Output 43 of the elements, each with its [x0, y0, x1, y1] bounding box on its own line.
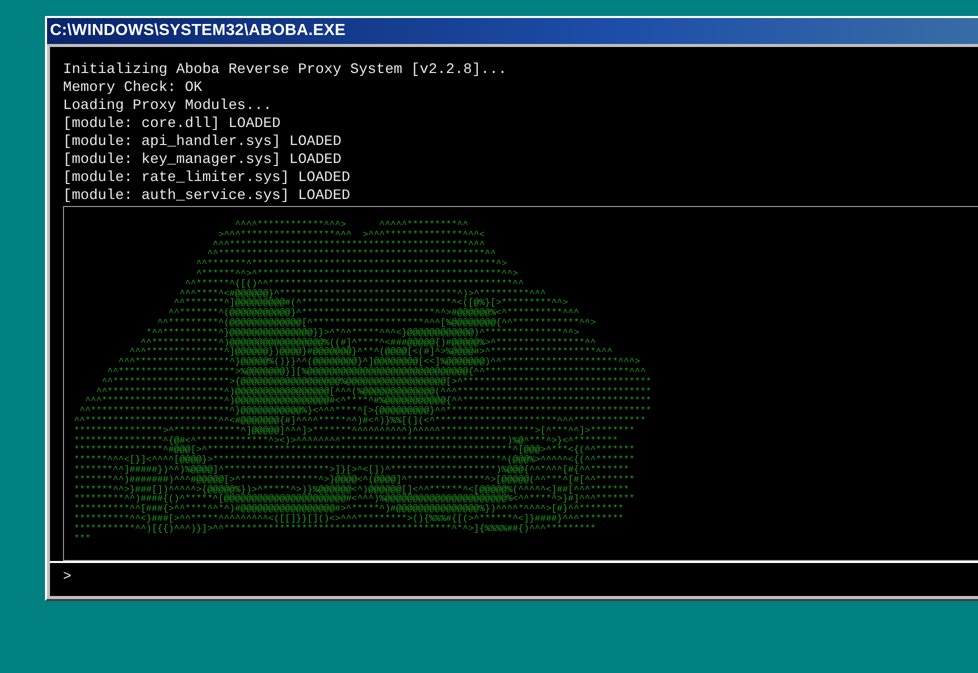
- ascii-art-line: ****************>^************^]@@@@@]^^^]>*******^^^^^^^^^^)^^^^^*****************>[^***^^]>********: [74, 426, 635, 436]
- command-input-field[interactable]: >: [50, 561, 978, 587]
- log-line: [module: auth_service.sys] LOADED: [63, 187, 352, 205]
- ascii-art-line: *******^^]#####})^^)%@@@@]^*******************>]}[>^<[])^*******************)%@@@{^^*^^^[#{^^*******: [74, 464, 630, 475]
- ascii-art-line: ^^*******^(@@@@@@@@@@@}^************************^^>#@@@@@@%<^**********^^^: [168, 308, 580, 318]
- ascii-art-line: ^^************************^^<#@@@@@@@{#]^^^^*****^^)#<^)}%%[(](<^**********************^^^*************: [74, 416, 646, 426]
- log-line: Initializing Aboba Reverse Proxy System [v2.2.8]...: [63, 61, 508, 79]
- ascii-art-line: **********^^<}###[>^^*****^^^^^^^^^<([[]}}[]()<>^^^*********>(){%%%#{[(>^******^<]}####}^^^********: [74, 514, 624, 524]
- window-title: C:\WINDOWS\SYSTEM32\ABOBA.EXE: [50, 22, 346, 40]
- ascii-art-line: ^^************************************************^^: [207, 249, 496, 260]
- ascii-art-line: ^^*************************^}@@@@@@@@@@@%}<^^^****^[>{@@@@@@@@@}^^*************************************: [80, 406, 652, 416]
- ascii-art-line: ^^************^)@@@@@@@@@@@@@@@@@%((#]^****^<###@@@@@{)#@@@@@%>^****************^^: [140, 338, 596, 348]
- ascii-art-line: >^^^*****************^^^ >^^^**************^^^<: [217, 230, 485, 240]
- ascii-art-line: ^******^^>^********************************************^^>: [195, 268, 518, 279]
- ascii-art-line: ^^*********************>{@@@@@@@@@@@@@@@@@@%@@@@@@@@@@@@@@@@@@[>^**********************************: [100, 376, 652, 387]
- ascii-art-line: *^^**********^}@@@@@@@@@@@@@@@}}>^*^^*****^^^<}@@@@@@@@@@@@)^**************^^>: [145, 328, 580, 338]
- ascii-art-line: ****************^{@#<^*************^><)>^^^^^^^^******************************)%@^***^>}<^********: [74, 436, 618, 446]
- ascii-art-line: ^^*******^********************************************^>: [195, 259, 507, 269]
- ascii-art-line: ^^*******^]@@@@@@@@@#(^***************************^<([@%}[>*********^^>: [174, 298, 568, 308]
- ascii-art-line: ****************^#@@@[>^*******************************************************^[@@@>^***<{(^^*******: [74, 445, 635, 456]
- log-line: [module: api_handler.sys] LOADED: [63, 133, 342, 151]
- log-line: Loading Proxy Modules...: [63, 97, 273, 115]
- ascii-art-line: ***: [74, 534, 91, 544]
- ascii-art-line: ^^*********^(@@@@@@@@@@@@@[^********************^^^[%@@@@@@@@{^^************^^>: [156, 318, 596, 328]
- ascii-art-line: ^^*********************^)@@@@@@@@@@@@@@@@@[^^^(%@@@@@@@@@@@@@(^^^***********************************: [96, 386, 652, 396]
- ascii-art-line: ^^******^([()^^********************************************^^: [184, 278, 524, 289]
- ascii-art-line: ^^^*****************^}@@@@@%()}}^^(@@@@@@@@}^]@@@@@@@@[<<]%@@@@@@@)^^*********************^^^>: [118, 357, 640, 367]
- ascii-art-line: ^^^^************^^^> ^^^^^*********^^: [234, 220, 468, 230]
- log-line: [module: key_manager.sys] LOADED: [63, 151, 342, 169]
- ascii-art-line: ^^^****^<#@@@@@@}^********************************^)>^*********^^^: [179, 288, 546, 298]
- ascii-art-line: **********^^[###{>^^****^^*^)#@@@@@@@@@@@@@@@@@#>^*****^)#@@@@@@@@@@@@@@@%})^^^^*^^^^>[#}^^********: [74, 504, 624, 514]
- ascii-art-line: ^^*********************>%@@@@@@@}][%@@@@@@@@@@@@@@@@@@@@@@@@@@@@@{^^**************************^^^: [106, 366, 646, 377]
- ascii-art-line: *******^^>}###[])^^^^^>{@@@@@%})>^*****^>)}%@@@@@@<^)@@@@@@[]<^^******^<[@@@@@%(^^^^^<]##[^^^*******: [74, 484, 630, 494]
- ascii-art-line: ^^^**********************^)@@@@@@@@@@@@@@@@@#<^****^#%@@@@@@@@@@@{^^**********************************: [85, 396, 652, 406]
- log-line: [module: rate_limiter.sys] LOADED: [63, 169, 352, 187]
- log-line: [module: core.dll] LOADED: [63, 115, 282, 133]
- log-line: Memory Check: OK: [63, 79, 204, 97]
- ascii-art-line: ^^^*******************************************^^^: [212, 240, 485, 250]
- ascii-art-line: ***********^^)[{{)^^^)}]>^^*****************************************^*^>]{%%%%##{)^^^*********: [74, 524, 596, 534]
- ascii-art-line: *********^^)####{()^*****^[@@@@@@@@@@@@@@@@@@@@@@#<^^^)%@@@@@@@@@@@@@@@@@@@@@@%<^^****^>}#]^^^*******: [74, 494, 635, 504]
- ascii-art-line: *******^^)#######)^^^#@@@@@[>^**************^>}@@@@<^(@@@@]^**************^>[@@@@@(^^***^[#[^^*******: [74, 474, 635, 485]
- ascii-art-line: ******^^^<[}]<^^^^[@@@@}>****************************************************^(@@@%>^^^^^<{(^^*******: [74, 455, 635, 465]
- ascii-art-line: ^^^**************^]@@@@@@})@@@@}#@@@@@@@}^**^(@@@@[<(#]^>%@@@@#>^*******************^^^: [130, 347, 612, 358]
